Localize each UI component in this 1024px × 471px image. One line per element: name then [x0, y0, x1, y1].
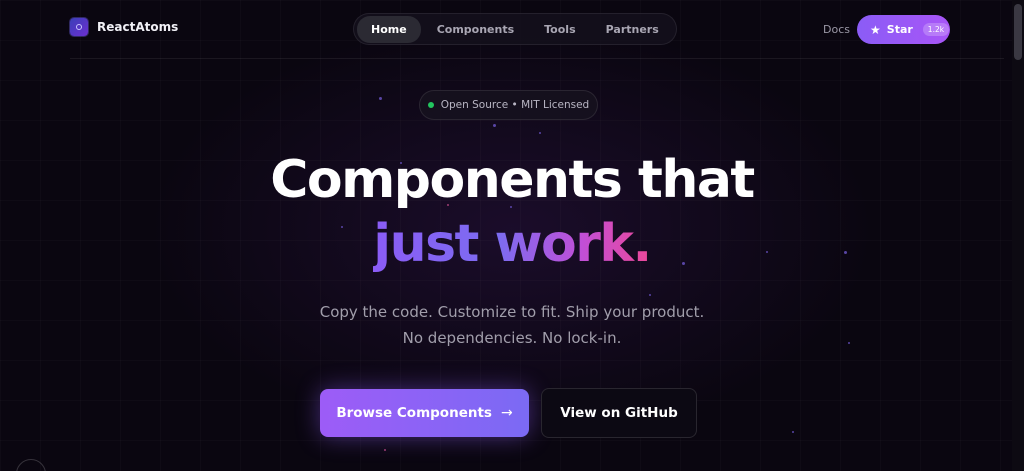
particle-dot [493, 124, 496, 127]
arrow-right-icon: → [500, 405, 513, 421]
brand[interactable]: ReactAtoms [70, 18, 178, 36]
docs-link[interactable]: Docs [823, 23, 850, 36]
star-label: Star [886, 23, 913, 36]
particle-dot [379, 97, 382, 100]
star-icon: ★ [870, 22, 881, 37]
site-header: ReactAtoms Home Components Tools Partner… [70, 12, 950, 48]
status-dot-icon [427, 102, 434, 108]
license-badge: Open Source • MIT Licensed [419, 90, 598, 120]
particle-dot [649, 294, 651, 296]
hero-headline-line1: Components that [270, 150, 755, 210]
browse-components-button[interactable]: Browse Components → [320, 389, 529, 437]
hero-subtitle-line1: Copy the code. Customize to fit. Ship yo… [319, 303, 705, 321]
nav-item-components[interactable]: Components [423, 16, 528, 43]
license-badge-text: Open Source • MIT Licensed [440, 99, 590, 111]
view-on-github-button[interactable]: View on GitHub [541, 388, 697, 438]
particle-dot [539, 132, 541, 134]
nav-item-home[interactable]: Home [357, 15, 421, 43]
hero-headline-line2: just work. [0, 212, 1024, 276]
header-divider [70, 58, 1004, 59]
brand-name: ReactAtoms [97, 20, 179, 34]
star-count-badge: 1.2k [922, 23, 950, 36]
hero-headline-gradient-text: just work. [373, 214, 652, 274]
particle-dot [792, 431, 794, 433]
nav-item-partners[interactable]: Partners [592, 16, 673, 43]
particle-dot [384, 449, 386, 451]
landing-page: ReactAtoms Home Components Tools Partner… [0, 0, 1024, 471]
nav-item-tools[interactable]: Tools [530, 16, 589, 43]
scrollbar-thumb[interactable] [1014, 4, 1022, 60]
hero-subtitle-line2: No dependencies. No lock-in. [402, 329, 622, 347]
atom-logo-icon [70, 18, 88, 36]
github-star-button[interactable]: ★ Star 1.2k [857, 15, 950, 44]
view-on-github-label: View on GitHub [560, 405, 678, 421]
scrollbar-track[interactable] [1012, 0, 1024, 471]
main-nav: Home Components Tools Partners [353, 13, 677, 45]
browse-components-label: Browse Components [336, 405, 492, 421]
